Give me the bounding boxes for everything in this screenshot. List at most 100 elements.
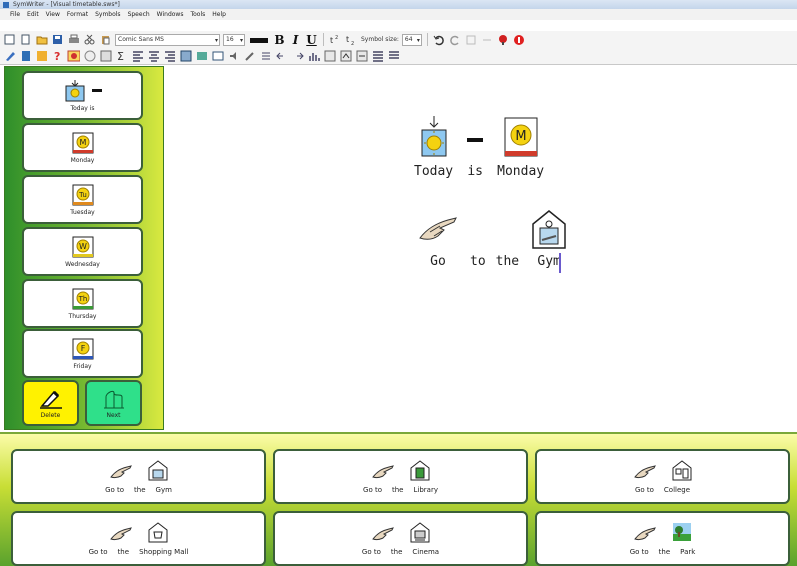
font-size-select[interactable]: 16 ▾: [223, 33, 245, 46]
day-letter: F: [80, 344, 85, 353]
doc-word-text: Today: [414, 164, 454, 179]
toolbar-divider: [426, 33, 428, 46]
menu-tools[interactable]: Tools: [190, 11, 205, 18]
destination-card-park[interactable]: Go to the Park: [535, 511, 790, 566]
menu-speech[interactable]: Speech: [128, 11, 150, 18]
align-right-icon[interactable]: [163, 50, 176, 63]
menu-format[interactable]: Format: [67, 11, 88, 18]
align-left-icon[interactable]: [131, 50, 144, 63]
menu-windows[interactable]: Windows: [157, 11, 184, 18]
redo-icon[interactable]: [449, 33, 462, 46]
card-words: Go to the Park: [630, 548, 696, 556]
indent-decrease-icon[interactable]: [275, 50, 288, 63]
gym-icon: [148, 460, 167, 481]
symbol-settings-icon[interactable]: [323, 50, 336, 63]
doc-word-text: the: [495, 254, 520, 269]
day-card-thursday[interactable]: Th Thursday: [22, 279, 143, 328]
destination-card-gym[interactable]: Go to the Gym: [11, 449, 266, 504]
day-card-wednesday[interactable]: W Wednesday: [22, 227, 143, 276]
bar-chart-icon[interactable]: [307, 50, 320, 63]
font-name-select[interactable]: Comic Sans MS ▾: [115, 33, 220, 46]
day-card-friday[interactable]: F Friday: [22, 329, 143, 378]
symbol-picture-icon[interactable]: [67, 50, 80, 63]
cut-icon[interactable]: [83, 33, 96, 46]
symbol-bubble-icon[interactable]: [83, 50, 96, 63]
destination-card-library[interactable]: Go to the Library: [273, 449, 528, 504]
pencil-icon[interactable]: [3, 50, 16, 63]
today-is-card[interactable]: Today is: [22, 71, 143, 120]
new-document-icon[interactable]: [3, 33, 16, 46]
menu-file[interactable]: File: [10, 11, 20, 18]
destination-card-college[interactable]: Go to College: [535, 449, 790, 504]
list-icon[interactable]: [259, 50, 272, 63]
line-spacing-icon[interactable]: [355, 50, 368, 63]
menu-view[interactable]: View: [46, 11, 60, 18]
italic-button[interactable]: I: [289, 33, 302, 46]
bold-button[interactable]: B: [273, 33, 286, 46]
text-caret: [559, 253, 561, 273]
next-button[interactable]: Next: [85, 380, 142, 426]
tools-icon[interactable]: [243, 50, 256, 63]
window-title: SymWriter - [Visual timetable.sws*]: [13, 1, 120, 8]
menu-bar: File Edit View Format Symbols Speech Win…: [0, 9, 797, 20]
card-symbols: [371, 459, 431, 481]
eraser-icon: [39, 390, 62, 409]
image-insert-icon[interactable]: [195, 50, 208, 63]
card-word: Park: [680, 548, 696, 556]
spellcheck-icon[interactable]: [465, 33, 478, 46]
textbox-icon[interactable]: [211, 50, 224, 63]
justify-icon[interactable]: [371, 50, 384, 63]
table-icon[interactable]: [179, 50, 192, 63]
align-center-icon[interactable]: [147, 50, 160, 63]
new-page-icon[interactable]: [19, 33, 32, 46]
save-icon[interactable]: [51, 33, 64, 46]
print-icon[interactable]: [67, 33, 80, 46]
pointing-hand-icon: [633, 465, 656, 479]
day-letter: M: [79, 138, 86, 147]
open-folder-icon[interactable]: [35, 33, 48, 46]
question-icon[interactable]: ?: [51, 50, 64, 63]
link-icon[interactable]: [481, 33, 494, 46]
card-word: Go to: [361, 548, 381, 556]
monday-sun-icon: M: [504, 117, 538, 157]
speaker-icon[interactable]: [227, 50, 240, 63]
document-line-gym: Go to the Gym: [416, 208, 579, 269]
dash-icon: [467, 138, 484, 142]
svg-text:t: t: [346, 35, 349, 44]
text-color-icon[interactable]: [248, 33, 270, 46]
indent-increase-icon[interactable]: [291, 50, 304, 63]
day-letter: W: [79, 242, 87, 251]
day-caption: Today is: [70, 104, 95, 112]
destination-card-shopping-mall[interactable]: Go to the Shopping Mall: [11, 511, 266, 566]
card-word: the: [134, 486, 146, 494]
timetable-sidebar: Today is M Monday Tu Tuesday W Wednesday: [4, 66, 164, 430]
stop-icon[interactable]: [513, 33, 526, 46]
symbol-chooser-icon[interactable]: [339, 50, 352, 63]
superscript-icon[interactable]: t2: [329, 33, 342, 46]
monday-letter: M: [515, 129, 526, 144]
grid-icon[interactable]: [35, 50, 48, 63]
card-word: Gym: [155, 486, 172, 494]
symbol-size-select[interactable]: 64 ▾: [401, 33, 422, 46]
book-icon[interactable]: [19, 50, 32, 63]
menu-help[interactable]: Help: [212, 11, 226, 18]
paste-icon[interactable]: [99, 33, 112, 46]
next-arrow-icon: [103, 390, 124, 408]
destination-card-cinema[interactable]: Go to the Cinema: [273, 511, 528, 566]
subscript-icon[interactable]: t2: [345, 33, 358, 46]
menu-edit[interactable]: Edit: [27, 11, 39, 18]
menu-symbols[interactable]: Symbols: [95, 11, 120, 18]
day-card-monday[interactable]: M Monday: [22, 123, 143, 172]
undo-icon[interactable]: [433, 33, 446, 46]
symbol-sigma-icon[interactable]: Σ: [115, 50, 128, 63]
symbol-size-label: Symbol size:: [361, 36, 399, 43]
distribute-icon[interactable]: [387, 50, 400, 63]
speak-icon[interactable]: [497, 33, 510, 46]
day-caption: Wednesday: [65, 260, 100, 268]
day-card-tuesday[interactable]: Tu Tuesday: [22, 175, 143, 224]
picture-frame-icon[interactable]: [99, 50, 112, 63]
card-words: Go to College: [635, 486, 690, 494]
document-editor[interactable]: Today is M Monday Go to the Gym: [166, 66, 797, 432]
delete-button[interactable]: Delete: [22, 380, 79, 426]
underline-button[interactable]: U: [305, 33, 318, 46]
